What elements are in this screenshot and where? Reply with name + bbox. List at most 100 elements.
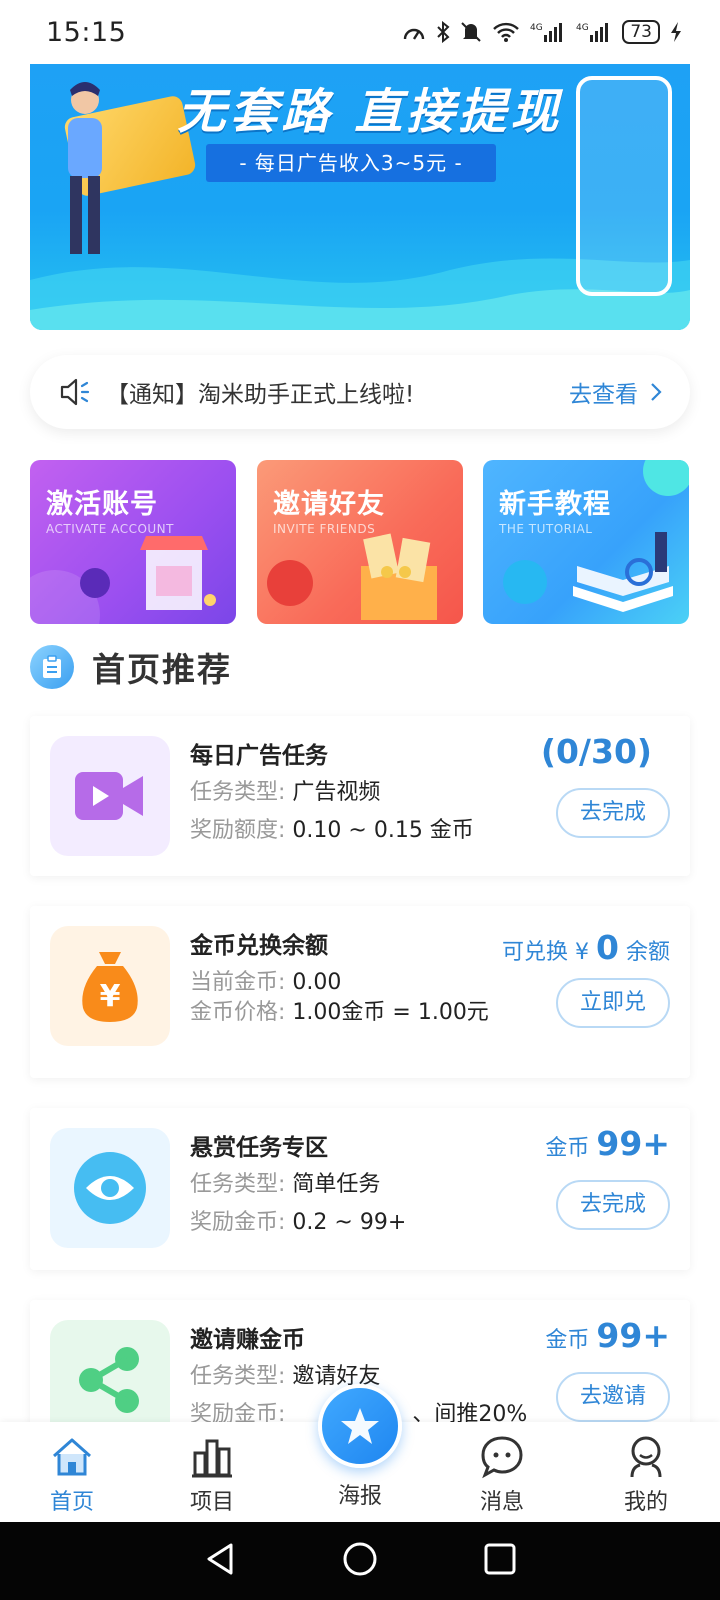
tab-project[interactable]: 项目 [162, 1432, 262, 1516]
coin-price-label: 金币价格: [190, 1000, 286, 1025]
eye-icon [50, 1128, 170, 1248]
clipboard-icon [30, 645, 74, 689]
recents-square-icon[interactable] [483, 1542, 517, 1580]
coin-reward-prefix: 金币 [545, 1328, 590, 1353]
exchangeable-suffix: 余额 [625, 940, 670, 965]
mute-icon [460, 21, 482, 43]
task-reward-line: 奖励额度: 0.10 ~ 0.15 金币 [190, 812, 474, 844]
task-progress: (0/30) [541, 732, 652, 771]
tutorial-title: 新手教程 [499, 489, 611, 520]
task-card-coin-exchange[interactable]: ¥ 金币兑换余额 当前金币: 0.00 金币价格: 1.00金币 = 1.00元… [30, 906, 690, 1078]
coin-price-line: 金币价格: 1.00金币 = 1.00元 [190, 998, 490, 1028]
go-invite-button[interactable]: 去邀请 [556, 1372, 670, 1422]
status-bar: 15:15 4G 4G 73 [0, 0, 720, 64]
speaker-icon [58, 374, 94, 410]
tab-message[interactable]: 消息 [452, 1432, 552, 1516]
task-name: 邀请赚金币 [190, 1327, 305, 1353]
section-title: 首页推荐 [92, 650, 232, 689]
notice-link-label: 去查看 [569, 382, 638, 408]
user-icon [596, 1432, 696, 1482]
banner-subtitle: - 每日广告收入3~5元 - [206, 144, 496, 182]
wifi-icon [492, 21, 520, 43]
go-complete-button[interactable]: 去完成 [556, 788, 670, 838]
charging-icon [670, 21, 682, 43]
current-coins-label: 当前金币: [190, 970, 286, 995]
current-coins-value: 0.00 [292, 970, 342, 995]
task-type-value: 简单任务 [292, 1172, 381, 1197]
coin-reward: 金币 99+ [545, 1316, 670, 1355]
task-type-label: 任务类型: [190, 780, 286, 805]
back-icon[interactable] [203, 1541, 237, 1581]
shop-illustration [140, 536, 216, 610]
chevron-right-icon [651, 383, 662, 401]
task-name: 悬赏任务专区 [190, 1135, 328, 1161]
notice-bar[interactable]: 【通知】淘米助手正式上线啦! 去查看 [30, 355, 690, 429]
status-icons: 4G 4G 73 [402, 20, 682, 44]
task-type-line: 任务类型: 简单任务 [190, 1166, 380, 1198]
exchangeable-amount: 可兑换 ¥ 0 余额 [502, 928, 670, 967]
invite-friends-card[interactable]: 邀请好友 INVITE FRIENDS [257, 460, 463, 624]
tab-message-label: 消息 [479, 1490, 524, 1515]
tab-mine-label: 我的 [623, 1490, 668, 1515]
invite-friends-title: 邀请好友 [273, 489, 385, 520]
tab-home-label: 首页 [49, 1490, 94, 1515]
video-camera-icon [50, 736, 170, 856]
exchangeable-value: 0 [596, 928, 619, 967]
coin-reward-value: 99+ [596, 1124, 670, 1163]
invite-friends-subtitle: INVITE FRIENDS [273, 522, 376, 536]
coin-reward: 金币 99+ [545, 1124, 670, 1163]
person-illustration [68, 82, 102, 254]
recommend-section-header: 首页推荐 [30, 643, 232, 691]
star-icon [341, 1408, 379, 1444]
activate-account-title: 激活账号 [46, 489, 158, 520]
system-navigation-bar [0, 1522, 720, 1600]
signal-icon-2: 4G [576, 21, 612, 43]
task-card-bounty[interactable]: 悬赏任务专区 任务类型: 简单任务 奖励金币: 0.2 ~ 99+ 金币 99+… [30, 1108, 690, 1270]
task-type-value: 广告视频 [292, 780, 381, 805]
go-complete-button[interactable]: 去完成 [556, 1180, 670, 1230]
battery-level: 73 [622, 20, 660, 44]
task-card-daily-ad[interactable]: 每日广告任务 任务类型: 广告视频 奖励额度: 0.10 ~ 0.15 金币 (… [30, 716, 690, 876]
speed-icon [402, 21, 426, 43]
coin-reward-prefix: 金币 [545, 1136, 590, 1161]
activate-account-subtitle: ACTIVATE ACCOUNT [46, 522, 174, 536]
gift-box-illustration [361, 533, 437, 620]
chat-bubble-icon [452, 1432, 552, 1482]
bluetooth-icon [436, 21, 450, 43]
current-coins-line: 当前金币: 0.00 [190, 964, 341, 996]
task-reward-value: 0.10 ~ 0.15 金币 [292, 818, 474, 843]
notice-view-link[interactable]: 去查看 [569, 375, 662, 409]
task-progress-value: (0/30) [540, 732, 652, 771]
exchange-now-button[interactable]: 立即兑 [556, 978, 670, 1028]
tab-project-label: 项目 [189, 1490, 234, 1515]
svg-text:4G: 4G [576, 23, 589, 33]
notice-text: 【通知】淘米助手正式上线啦! [106, 382, 415, 408]
coin-reward-value: 99+ [596, 1316, 670, 1355]
tutorial-subtitle: THE TUTORIAL [499, 522, 593, 536]
money-bag-icon: ¥ [50, 926, 170, 1046]
home-circle-icon[interactable] [342, 1541, 378, 1581]
exchangeable-prefix: 可兑换 ¥ [502, 940, 590, 965]
status-time: 15:15 [46, 16, 127, 48]
task-type-label: 任务类型: [190, 1364, 286, 1389]
promo-banner[interactable]: 无套路 直接提现 - 每日广告收入3~5元 - [30, 64, 690, 330]
task-type-line: 任务类型: 广告视频 [190, 774, 380, 806]
banner-title: 无套路 直接提现 [177, 84, 563, 140]
task-name: 每日广告任务 [190, 743, 328, 769]
task-type-label: 任务类型: [190, 1172, 286, 1197]
tutorial-card[interactable]: 新手教程 THE TUTORIAL [483, 460, 689, 624]
svg-text:4G: 4G [530, 23, 543, 33]
reward-coins-line: 奖励金币: 0.2 ~ 99+ [190, 1204, 406, 1236]
tab-poster-label: 海报 [337, 1484, 382, 1509]
coin-price-value: 1.00金币 = 1.00元 [292, 1000, 489, 1025]
tab-mine[interactable]: 我的 [596, 1432, 696, 1516]
book-illustration [573, 532, 673, 612]
reward-coins-value: 0.2 ~ 99+ [292, 1210, 407, 1235]
signal-icon: 4G [530, 21, 566, 43]
home-icon [22, 1432, 122, 1482]
task-reward-label: 奖励额度: [190, 818, 286, 843]
activate-account-card[interactable]: 激活账号 ACTIVATE ACCOUNT [30, 460, 236, 624]
poster-button[interactable] [318, 1384, 402, 1468]
tab-home[interactable]: 首页 [22, 1432, 122, 1516]
phone-illustration [576, 76, 672, 296]
